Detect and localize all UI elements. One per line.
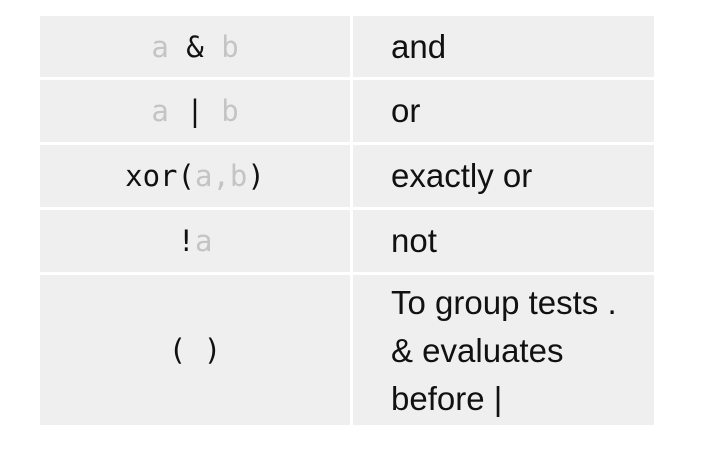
description-cell: and (353, 16, 654, 77)
operand-b: b (221, 94, 239, 128)
grouping-parentheses: ( ) (168, 333, 222, 367)
operator-symbol: ! (177, 224, 195, 258)
operator-symbol: & (168, 29, 222, 64)
argument-separator: , (212, 159, 230, 193)
description-text: or (391, 92, 421, 129)
operator-symbol: | (168, 94, 222, 128)
description-line: & evaluates (391, 332, 564, 369)
description-cell: not (353, 210, 654, 272)
description-cell: or (353, 80, 654, 142)
operand-a: a (151, 29, 169, 64)
operand-a: a (151, 94, 169, 128)
function-suffix: ) (247, 159, 265, 193)
operand-a: a (195, 224, 213, 258)
table-row: a & b and (40, 16, 654, 77)
table-row: a | b or (40, 80, 654, 142)
operand-b: b (221, 29, 239, 64)
operator-cell: a | b (40, 80, 350, 142)
description-text: not (391, 222, 437, 259)
description-text: and (391, 27, 447, 65)
operator-cell: xor(a, b) (40, 145, 350, 207)
operand-a: a (194, 159, 213, 193)
description-line: To group tests . (391, 284, 617, 321)
table-row: ( ) To group tests . & evaluates before … (40, 275, 654, 425)
description-cell: exactly or (353, 145, 654, 207)
function-prefix: xor( (125, 159, 195, 193)
description-text: exactly or (391, 157, 533, 194)
description-cell: To group tests . & evaluates before | (353, 275, 654, 425)
description-line: before | (391, 380, 503, 417)
operator-cell: a & b (40, 16, 350, 77)
operand-b: b (229, 159, 248, 193)
table-row: xor(a, b) exactly or (40, 145, 654, 207)
operator-cell: ( ) (40, 275, 350, 425)
table-row: ! a not (40, 210, 654, 272)
logical-operators-table: a & b and a | b or xor(a, b) exactly or !… (40, 16, 654, 428)
operator-cell: ! a (40, 210, 350, 272)
description-text: To group tests . & evaluates before | (391, 279, 617, 423)
